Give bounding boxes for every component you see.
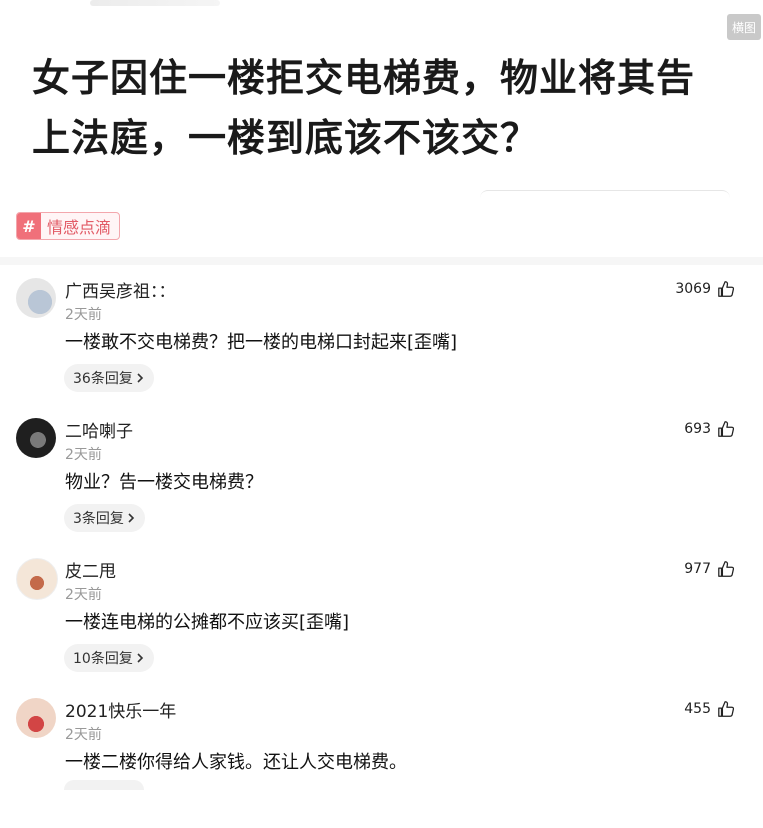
avatar[interactable] (16, 558, 58, 600)
view-replies-button[interactable]: 36条回复 (64, 364, 154, 392)
landscape-badge[interactable]: 横图 (727, 14, 761, 40)
thumbs-up-icon (718, 281, 735, 297)
like-count: 977 (684, 561, 711, 577)
comment-username[interactable]: 二哈喇子 (65, 417, 133, 442)
comment-text: 一楼敢不交电梯费？把一楼的电梯口封起来[歪嘴] (65, 332, 458, 353)
like-button[interactable]: 3069 (675, 280, 735, 298)
hash-icon: # (17, 213, 41, 239)
comment-time: 2天前 (65, 587, 102, 603)
comment-time: 2天前 (65, 727, 102, 743)
view-replies-button[interactable]: 3条回复 (64, 504, 145, 532)
comment-username[interactable]: 皮二甩 (65, 557, 116, 582)
article-title: 女子因住一楼拒交电梯费，物业将其告上法庭，一楼到底该不该交？ (32, 55, 696, 160)
like-count: 693 (684, 421, 711, 437)
comment-item: 2021快乐一年 2天前 一楼二楼你得给人家钱。还让人交电梯费。 455 (0, 688, 763, 828)
next-reply-pill-partial (64, 780, 144, 790)
like-button[interactable]: 455 (684, 700, 735, 718)
topic-tag-label: 情感点滴 (47, 218, 112, 237)
comment-item: 广西吴彦祖：： 2天前 一楼敢不交电梯费？把一楼的电梯口封起来[歪嘴] 36条回… (0, 268, 763, 408)
comment-item: 二哈喇子 2天前 物业？告一楼交电梯费？ 3条回复 693 (0, 408, 763, 548)
like-button[interactable]: 693 (684, 420, 735, 438)
reply-count: 3条回复 (73, 511, 124, 527)
thumbs-up-icon (718, 421, 735, 437)
section-divider (0, 257, 763, 265)
comment-text: 一楼二楼你得给人家钱。还让人交电梯费。 (65, 752, 407, 773)
like-count: 455 (684, 701, 711, 717)
chevron-right-icon (137, 373, 143, 383)
thumbs-up-icon (718, 561, 735, 577)
view-replies-button[interactable]: 10条回复 (64, 644, 154, 672)
comment-time: 2天前 (65, 307, 102, 323)
comment-text: 物业？告一楼交电梯费？ (65, 472, 263, 493)
comment-item: 皮二甩 2天前 一楼连电梯的公摊都不应该买[歪嘴] 10条回复 977 (0, 548, 763, 688)
faint-box-decoration (480, 190, 730, 207)
avatar[interactable] (16, 418, 56, 458)
like-count: 3069 (675, 281, 711, 297)
comment-text: 一楼连电梯的公摊都不应该买[歪嘴] (65, 612, 350, 633)
comment-username[interactable]: 2021快乐一年 (65, 697, 176, 722)
reply-count: 36条回复 (73, 371, 133, 387)
thumbs-up-icon (718, 701, 735, 717)
comment-username[interactable]: 广西吴彦祖：： (65, 277, 176, 302)
topic-tag[interactable]: # 情感点滴 (16, 212, 121, 240)
like-button[interactable]: 977 (684, 560, 735, 578)
chevron-right-icon (137, 653, 143, 663)
top-faint-decoration (90, 0, 220, 6)
avatar[interactable] (16, 278, 56, 318)
avatar[interactable] (16, 698, 56, 738)
comment-time: 2天前 (65, 447, 102, 463)
reply-count: 10条回复 (73, 651, 133, 667)
chevron-right-icon (128, 513, 135, 523)
